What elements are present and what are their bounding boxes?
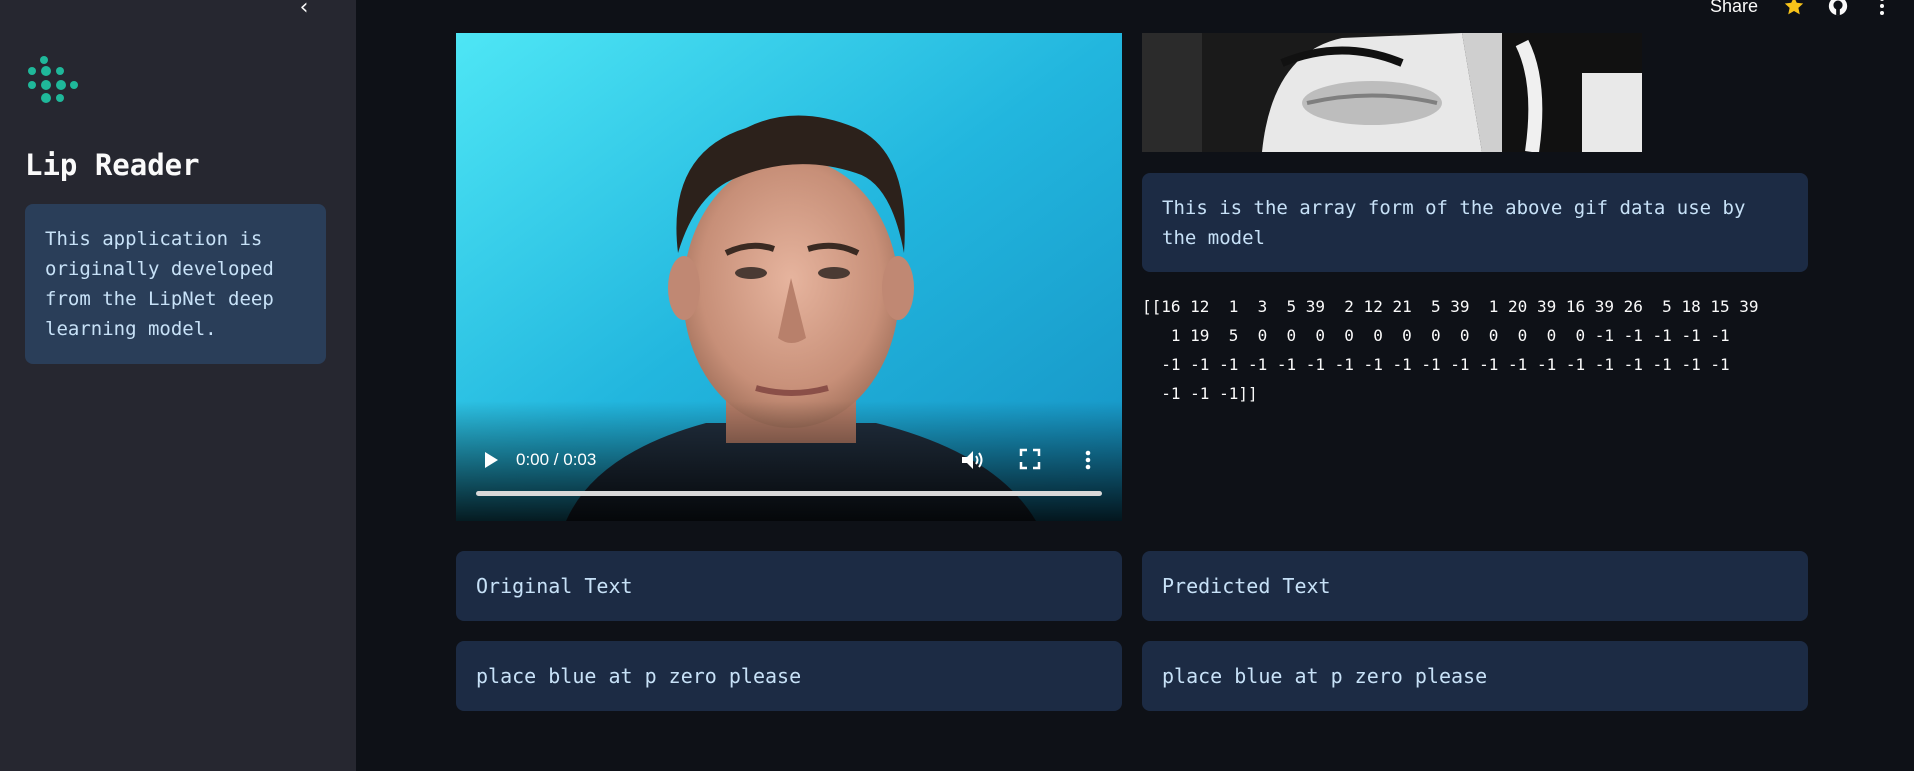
array-line: [[16 12 1 3 5 39 2 12 21 5 39 1 20 39 16… [1142, 297, 1759, 316]
share-button[interactable]: Share [1710, 0, 1758, 17]
original-text-label-box: Original Text [456, 551, 1122, 621]
video-player[interactable]: 0:00 / 0:03 [456, 33, 1122, 521]
play-icon[interactable] [478, 448, 502, 472]
array-output: [[16 12 1 3 5 39 2 12 21 5 39 1 20 39 16… [1142, 292, 1808, 412]
lip-gif-image [1142, 33, 1642, 152]
more-vertical-icon[interactable] [1870, 0, 1894, 18]
chevron-left-icon[interactable]: ‹ [292, 0, 316, 20]
lip-gif-preview [1142, 33, 1642, 152]
original-text-label: Original Text [476, 574, 633, 598]
array-line: 1 19 5 0 0 0 0 0 0 0 0 0 0 0 0 -1 -1 -1 … [1142, 326, 1730, 345]
app-title: Lip Reader [25, 148, 200, 182]
video-more-icon[interactable] [1078, 448, 1098, 472]
original-text-value: place blue at p zero please [476, 664, 802, 688]
app-root: ‹ Lip Reader This application is origina… [0, 0, 1914, 771]
predicted-text-label: Predicted Text [1162, 574, 1331, 598]
sidebar-info-box: This application is originally developed… [25, 204, 326, 364]
video-time-display: 0:00 / 0:03 [516, 450, 597, 469]
fullscreen-icon[interactable] [1019, 448, 1041, 470]
video-progress-bar[interactable] [476, 491, 1102, 496]
original-text-value-box: place blue at p zero please [456, 641, 1122, 711]
array-info-text: This is the array form of the above gif … [1162, 197, 1746, 249]
array-info-box: This is the array form of the above gif … [1142, 173, 1808, 272]
star-icon[interactable] [1782, 0, 1806, 18]
predicted-text-label-box: Predicted Text [1142, 551, 1808, 621]
predicted-text-value-box: place blue at p zero please [1142, 641, 1808, 711]
header-actions: Share [1710, 0, 1914, 20]
array-line: -1 -1 -1 -1 -1 -1 -1 -1 -1 -1 -1 -1 -1 -… [1142, 355, 1730, 374]
app-logo [28, 56, 78, 103]
predicted-text-value: place blue at p zero please [1162, 664, 1488, 688]
array-line: -1 -1 -1]] [1142, 384, 1258, 403]
sidebar: ‹ Lip Reader This application is origina… [0, 0, 356, 771]
volume-icon[interactable] [960, 448, 986, 472]
github-icon[interactable] [1826, 0, 1850, 18]
sidebar-info-text: This application is originally developed… [45, 228, 274, 340]
